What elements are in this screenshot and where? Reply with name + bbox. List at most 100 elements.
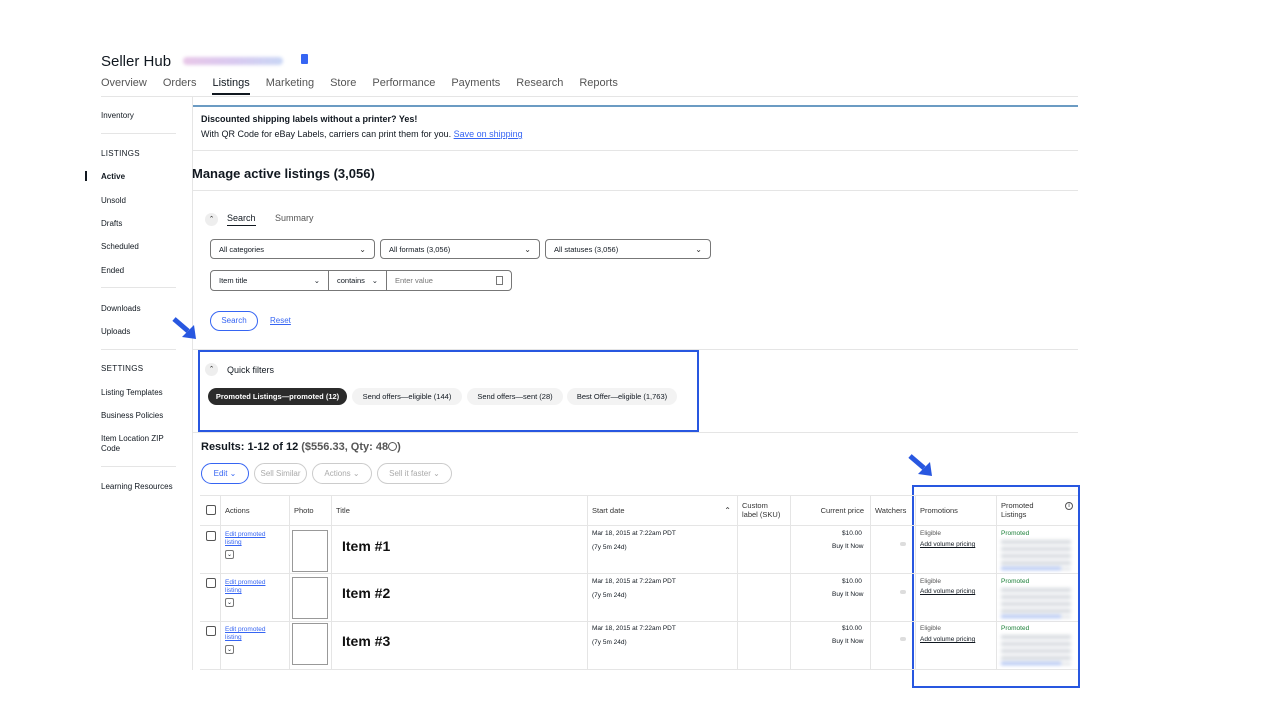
formats-select[interactable]: All formats (3,056) ⌄ [380,239,540,259]
listing-age: (7y 5m 24d) [592,639,627,646]
active-indicator [85,171,87,181]
sell-it-faster-button[interactable]: Sell it faster ⌄ [377,463,452,484]
chevron-down-icon: ⌄ [433,469,440,478]
row-checkbox[interactable] [206,578,216,588]
sidebar-item-drafts[interactable]: Drafts [101,219,122,228]
edit-promoted-text-2: listing [225,539,242,546]
chevron-down-icon[interactable]: ⌄ [225,550,234,559]
price: $10.00 [842,578,862,585]
actions-button[interactable]: Actions ⌄ [312,463,372,484]
add-volume-pricing-link[interactable]: Add volume pricing [920,588,975,595]
sidebar-item-unsold[interactable]: Unsold [101,196,126,205]
item-title[interactable]: Item #2 [342,585,390,601]
edit-promoted-link[interactable]: Edit promoted listing [225,579,275,595]
format: Buy It Now [832,638,864,645]
item-photo[interactable] [292,577,328,619]
header-current-price[interactable]: Current price [790,495,870,525]
chevron-down-icon[interactable]: ⌄ [225,598,234,607]
start-date-label: Start date [592,505,625,515]
sidebar-item-scheduled[interactable]: Scheduled [101,242,139,251]
sell-similar-button[interactable]: Sell Similar [254,463,307,484]
sidebar-divider [101,287,176,288]
sidebar-divider [101,133,176,134]
edit-promoted-link[interactable]: Edit promoted listing [225,626,275,642]
item-title[interactable]: Item #1 [342,538,390,554]
row-checkbox[interactable] [206,626,216,636]
header-promoted-listings: Promoted Listings [996,495,1078,525]
edit-promoted-text-2: listing [225,587,242,594]
item-photo[interactable] [292,623,328,665]
nav-overview[interactable]: Overview [101,77,147,95]
nav-listings[interactable]: Listings [212,77,250,95]
header-start-date[interactable]: Start date ⌃ [587,495,737,525]
format: Buy It Now [832,543,864,550]
sidebar-item-ended[interactable]: Ended [101,266,124,275]
categories-select[interactable]: All categories ⌄ [210,239,375,259]
info-icon[interactable]: i [1065,502,1073,510]
add-volume-pricing-link[interactable]: Add volume pricing [920,636,975,643]
title-divider [192,190,1078,191]
nav-divider [101,96,1078,97]
tab-summary[interactable]: Summary [275,213,314,223]
nav-payments[interactable]: Payments [451,77,500,95]
promotion-eligible: Eligible [920,625,941,632]
chevron-down-icon: ⌄ [695,244,702,254]
quick-filters-highlight [198,350,699,432]
sort-ascending-icon[interactable]: ⌃ [724,506,731,515]
sidebar-divider [101,349,176,350]
header-watchers[interactable]: Watchers [870,495,915,525]
edit-promoted-link[interactable]: Edit promoted listing [225,531,275,547]
save-on-shipping-link[interactable]: Save on shipping [454,129,523,139]
shipping-banner [193,105,1078,151]
edit-button[interactable]: Edit ⌄ [201,463,249,484]
sidebar-item-inventory[interactable]: Inventory [101,111,134,120]
sidebar-item-learning[interactable]: Learning Resources [101,482,173,491]
nav-research[interactable]: Research [516,77,563,95]
blurred-promo-details [1001,588,1071,618]
header-title[interactable]: Title [331,495,587,525]
row-checkbox[interactable] [206,531,216,541]
search-button[interactable]: Search [210,311,258,331]
statuses-select[interactable]: All statuses (3,056) ⌄ [545,239,711,259]
banner-text: With QR Code for eBay Labels, carriers c… [201,129,523,139]
sidebar-item-business-policies[interactable]: Business Policies [101,411,163,420]
chevron-down-icon: ⌄ [229,469,237,478]
nav-performance[interactable]: Performance [372,77,435,95]
info-icon[interactable] [388,442,398,451]
tab-search[interactable]: Search [227,213,256,226]
nav-orders[interactable]: Orders [163,77,197,95]
field-select[interactable]: Item title ⌄ [211,271,329,290]
results-total: ($556.33, Qty: 48 [301,441,389,453]
sidebar-item-active[interactable]: Active [101,172,125,181]
page-app-title: Seller Hub [101,53,172,70]
blurred-promo-details [1001,635,1071,665]
nav-store[interactable]: Store [330,77,356,95]
select-all-checkbox[interactable] [206,505,216,515]
nav-marketing[interactable]: Marketing [266,77,314,95]
chevron-down-icon: ⌄ [371,276,378,285]
value-input[interactable]: Enter value [387,271,511,290]
keyword-filter: Item title ⌄ contains ⌄ Enter value [210,270,512,291]
listing-age: (7y 5m 24d) [592,544,627,551]
sidebar-item-uploads[interactable]: Uploads [101,327,130,336]
sidebar-item-downloads[interactable]: Downloads [101,304,141,313]
promoted-status: Promoted [1001,625,1030,632]
sidebar-item-item-location-cont[interactable]: Code [101,444,120,453]
store-icon[interactable] [301,54,308,64]
item-photo[interactable] [292,530,328,572]
nav-reports[interactable]: Reports [579,77,618,95]
start-date: Mar 18, 2015 at 7:22am PDT [592,530,676,537]
header-promotions: Promotions [920,505,958,515]
sidebar-item-item-location[interactable]: Item Location ZIP [101,434,164,443]
chevron-down-icon[interactable]: ⌄ [225,645,234,654]
operator-select[interactable]: contains ⌄ [329,271,387,290]
add-volume-pricing-link[interactable]: Add volume pricing [920,541,975,548]
item-title[interactable]: Item #3 [342,633,390,649]
value-placeholder: Enter value [395,276,433,285]
sidebar-item-listing-templates[interactable]: Listing Templates [101,388,163,397]
operator-value: contains [337,276,365,285]
collapse-search-icon[interactable]: ⌃ [205,213,218,226]
reset-link[interactable]: Reset [270,316,291,325]
listing-age: (7y 5m 24d) [592,592,627,599]
top-nav: Overview Orders Listings Marketing Store… [101,77,634,95]
